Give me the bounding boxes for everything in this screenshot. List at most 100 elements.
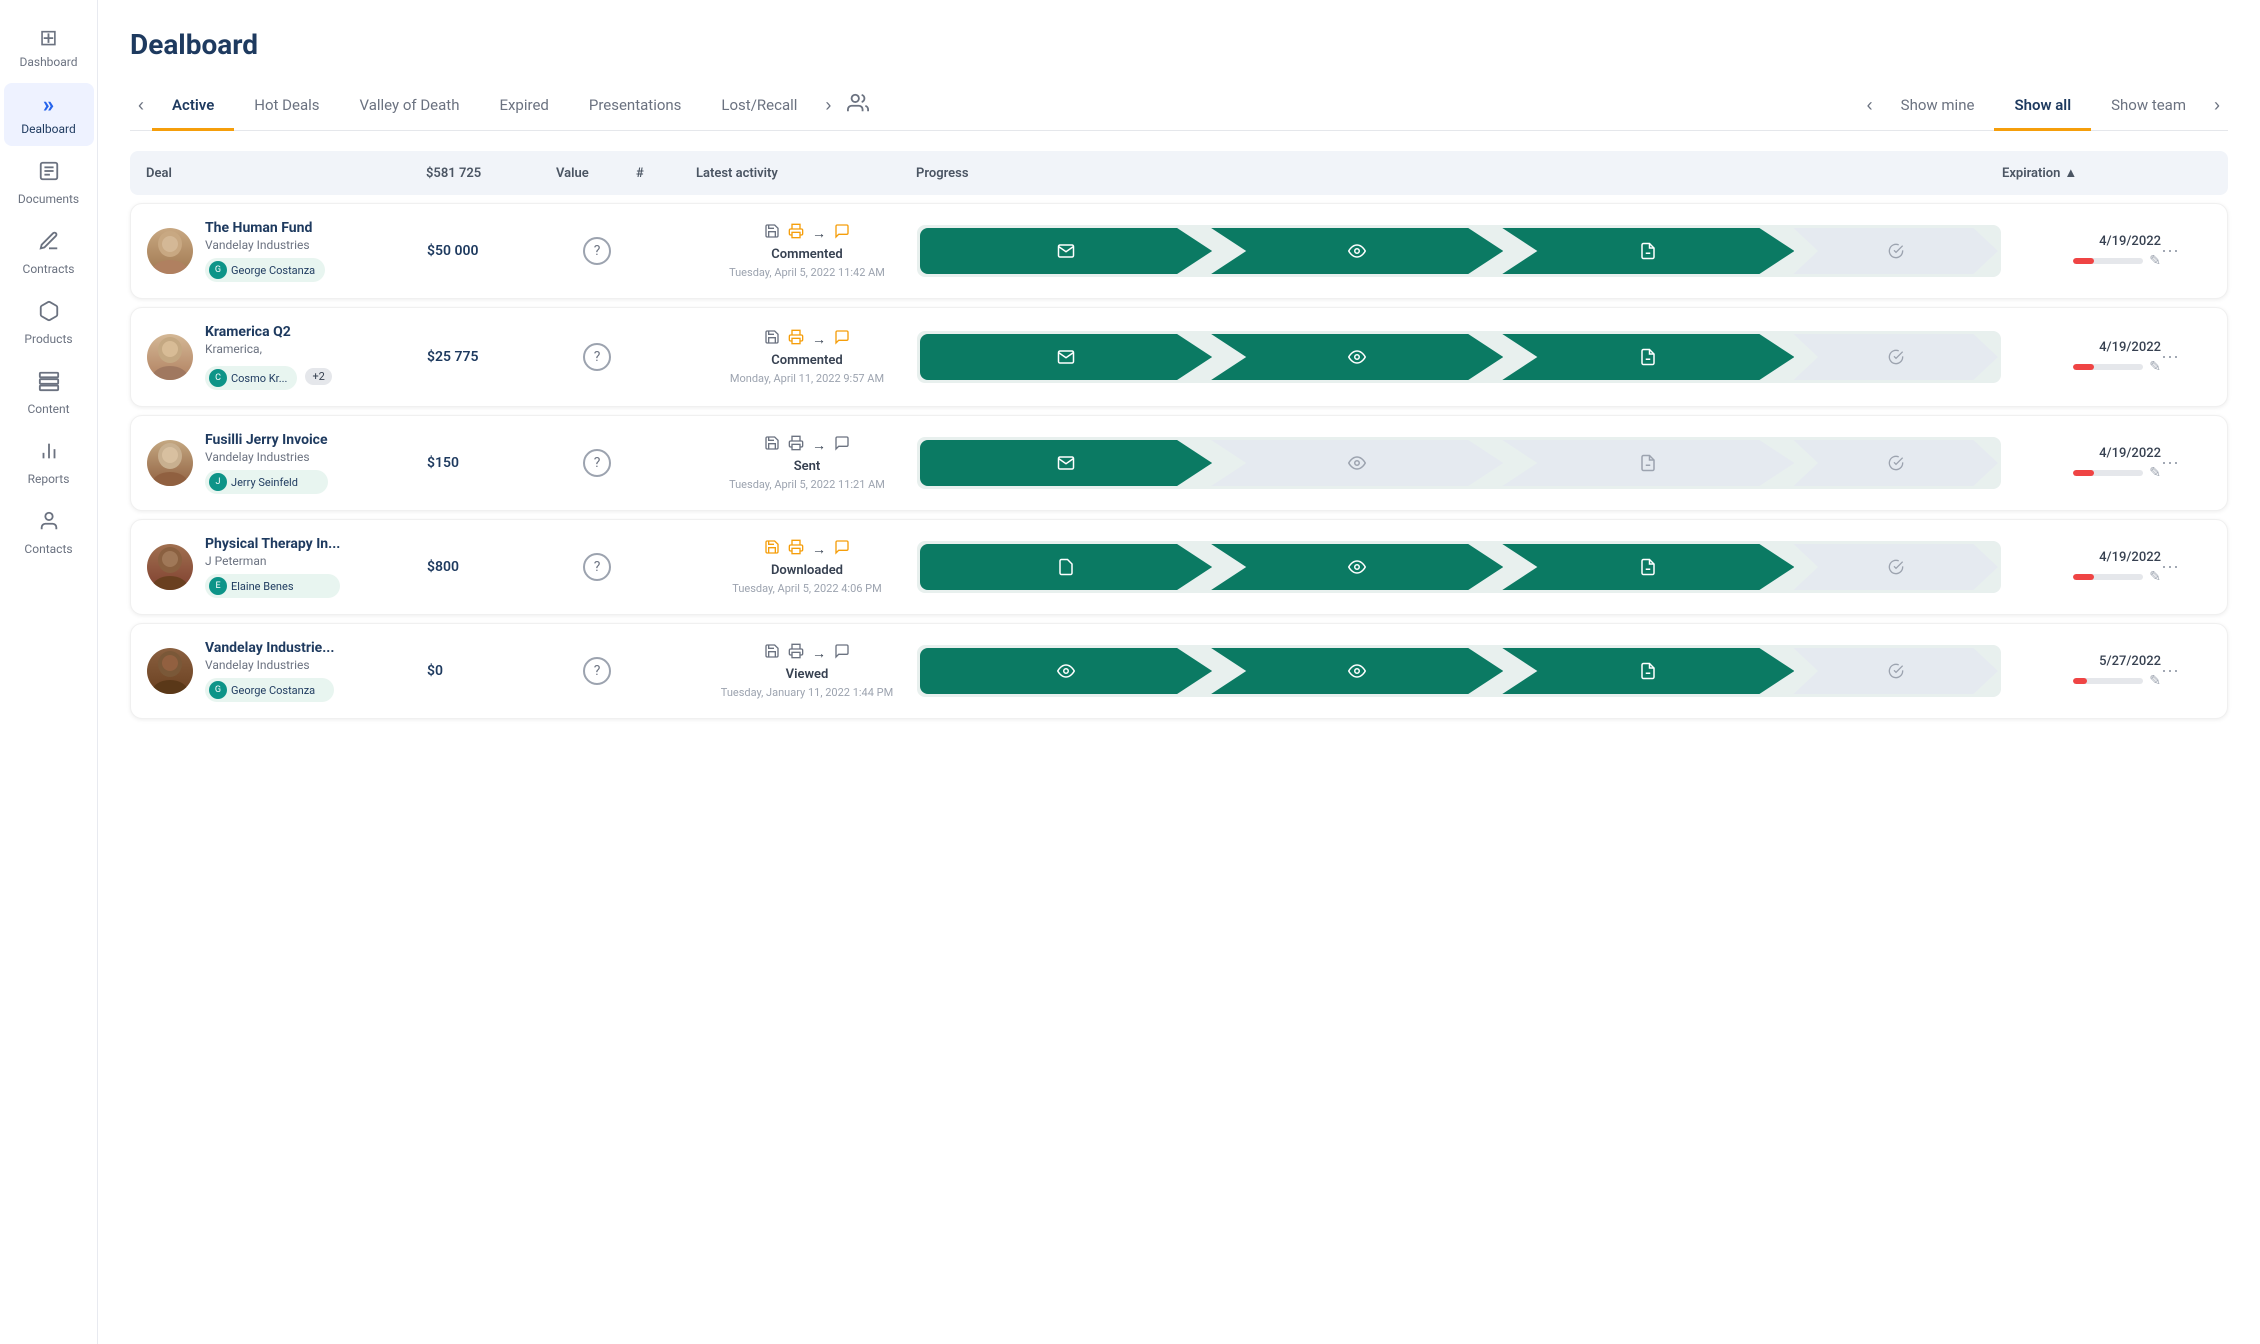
reports-icon <box>38 440 60 468</box>
more-btn-5[interactable]: ⋯ <box>2161 661 2211 682</box>
edit-icon-1[interactable]: ✎ <box>2149 253 2161 269</box>
activity-2: → Commented Monday, April 11, 2022 9:57 … <box>697 329 917 385</box>
arrow-icon-2: → <box>812 331 826 348</box>
exp-date-3: 4/19/2022 <box>2099 446 2161 461</box>
deal-info-1: The Human Fund Vandelay Industries G Geo… <box>147 220 427 282</box>
activity-label-1: Commented <box>771 247 842 262</box>
more-btn-4[interactable]: ⋯ <box>2161 557 2211 578</box>
more-btn-3[interactable]: ⋯ <box>2161 453 2211 474</box>
exp-bar-container-5: ✎ <box>2073 673 2161 689</box>
avatar-3 <box>147 440 193 486</box>
edit-icon-3[interactable]: ✎ <box>2149 465 2161 481</box>
tabs-prev-btn[interactable]: ‹ <box>130 91 152 120</box>
tab-expired[interactable]: Expired <box>479 82 568 131</box>
dashboard-icon: ⊞ <box>39 26 57 51</box>
print-icon-1 <box>788 223 804 243</box>
pipeline-3 <box>917 437 2001 489</box>
exp-bar-container-1: ✎ <box>2073 253 2161 269</box>
sidebar-item-content[interactable]: Content <box>4 360 94 426</box>
activity-date-3: Tuesday, April 5, 2022 11:21 AM <box>729 478 885 491</box>
deal-details-4: Physical Therapy In... J Peterman E Elai… <box>205 536 340 598</box>
edit-icon-5[interactable]: ✎ <box>2149 673 2161 689</box>
more-btn-1[interactable]: ⋯ <box>2161 241 2211 262</box>
activity-date-2: Monday, April 11, 2022 9:57 AM <box>730 372 884 385</box>
exp-date-2: 4/19/2022 <box>2099 340 2161 355</box>
exp-bar-1 <box>2073 258 2143 264</box>
sidebar-item-dashboard[interactable]: ⊞ Dashboard <box>4 16 94 79</box>
exp-bar-3 <box>2073 470 2143 476</box>
deal-name-3: Fusilli Jerry Invoice <box>205 432 328 448</box>
activity-icons-5: → <box>764 643 850 663</box>
th-latest-activity: Latest activity <box>696 166 916 181</box>
deal-number-icon-2: ? <box>583 343 611 371</box>
tab-presentations[interactable]: Presentations <box>569 82 702 131</box>
pipeline-1 <box>917 225 2001 277</box>
activity-icons-3: → <box>764 435 850 455</box>
deal-company-2: Kramerica, <box>205 342 332 356</box>
assignee-dot-3: J <box>209 473 227 491</box>
deal-value-3: $150 <box>427 455 557 471</box>
chat-icon-4 <box>834 539 850 559</box>
table-container: Deal $581 725 Value # Latest activity Pr… <box>98 131 2260 1344</box>
tab-valley-of-death[interactable]: Valley of Death <box>340 82 480 131</box>
products-icon <box>38 300 60 328</box>
tab-active[interactable]: Active <box>152 82 234 131</box>
activity-date-4: Tuesday, April 5, 2022 4:06 PM <box>732 582 881 595</box>
deal-value-4: $800 <box>427 559 557 575</box>
sidebar-item-documents[interactable]: Documents <box>4 150 94 216</box>
assignee-dot-2: C <box>209 369 227 387</box>
view-tabs-next-btn[interactable]: › <box>2206 91 2228 120</box>
tabs-container: ‹ Active Hot Deals Valley of Death Expir… <box>130 81 2228 131</box>
activity-icons-2: → <box>764 329 850 349</box>
view-tab-show-team[interactable]: Show team <box>2091 82 2206 131</box>
sidebar-item-contacts[interactable]: Contacts <box>4 500 94 566</box>
main-content: Dealboard ‹ Active Hot Deals Valley of D… <box>98 0 2260 1344</box>
save-icon-4 <box>764 539 780 559</box>
deal-company-4: J Peterman <box>205 554 340 568</box>
print-icon-3 <box>788 435 804 455</box>
table-row: Vandelay Industrie... Vandelay Industrie… <box>130 623 2228 719</box>
deal-number-1: ? <box>557 237 637 265</box>
expiration-2: 4/19/2022 ✎ <box>2001 340 2161 375</box>
tab-hot-deals[interactable]: Hot Deals <box>234 82 339 131</box>
header: Dealboard ‹ Active Hot Deals Valley of D… <box>98 0 2260 131</box>
exp-bar-5 <box>2073 678 2143 684</box>
th-deal: Deal <box>146 166 426 181</box>
sidebar-item-reports[interactable]: Reports <box>4 430 94 496</box>
sidebar-item-dealboard[interactable]: » Dealboard <box>4 83 94 146</box>
table-row: Physical Therapy In... J Peterman E Elai… <box>130 519 2228 615</box>
activity-label-5: Viewed <box>786 667 829 682</box>
expiration-3: 4/19/2022 ✎ <box>2001 446 2161 481</box>
view-tab-show-all[interactable]: Show all <box>1994 82 2091 131</box>
deal-assignee-3: J Jerry Seinfeld <box>205 470 328 494</box>
chat-icon-1 <box>834 223 850 243</box>
th-value: Value <box>556 166 636 181</box>
avatar-4 <box>147 544 193 590</box>
exp-bar-fill-2 <box>2073 364 2094 370</box>
activity-label-2: Commented <box>771 353 842 368</box>
view-tab-show-mine[interactable]: Show mine <box>1881 82 1995 131</box>
activity-date-1: Tuesday, April 5, 2022 11:42 AM <box>729 266 885 279</box>
tabs-next-btn[interactable]: › <box>817 91 839 120</box>
content-icon <box>38 370 60 398</box>
save-icon-3 <box>764 435 780 455</box>
view-tabs-prev-btn[interactable]: ‹ <box>1859 91 1881 120</box>
sidebar-item-contracts[interactable]: Contracts <box>4 220 94 286</box>
avatar-1 <box>147 228 193 274</box>
edit-icon-2[interactable]: ✎ <box>2149 359 2161 375</box>
deal-number-3: ? <box>557 449 637 477</box>
assignee-dot-1: G <box>209 261 227 279</box>
activity-icons-1: → <box>764 223 850 243</box>
deal-company-3: Vandelay Industries <box>205 450 328 464</box>
deal-number-icon-4: ? <box>583 553 611 581</box>
expiration-4: 4/19/2022 ✎ <box>2001 550 2161 585</box>
edit-icon-4[interactable]: ✎ <box>2149 569 2161 585</box>
activity-3: → Sent Tuesday, April 5, 2022 11:21 AM <box>697 435 917 491</box>
more-btn-2[interactable]: ⋯ <box>2161 347 2211 368</box>
print-icon-4 <box>788 539 804 559</box>
activity-icons-4: → <box>764 539 850 559</box>
deal-details-3: Fusilli Jerry Invoice Vandelay Industrie… <box>205 432 328 494</box>
sidebar-item-products[interactable]: Products <box>4 290 94 356</box>
activity-label-4: Downloaded <box>771 563 843 578</box>
tab-lost-recall[interactable]: Lost/Recall <box>701 82 817 131</box>
